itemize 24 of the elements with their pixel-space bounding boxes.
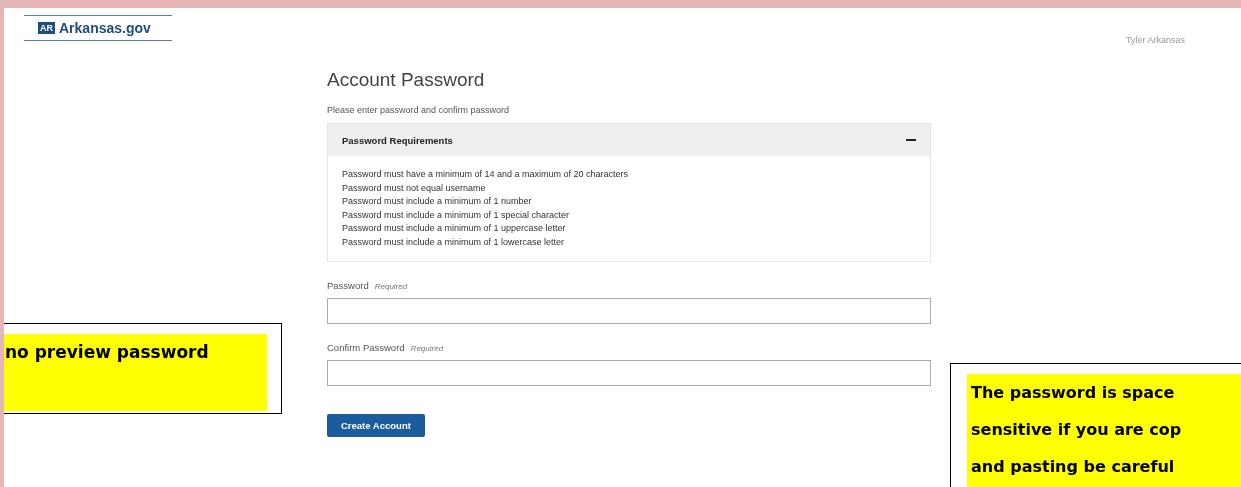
logo-text: Arkansas.gov [59, 20, 151, 36]
required-hint: Required [374, 282, 408, 291]
requirement-text: Password must not equal username [342, 181, 487, 195]
callout-text: The password is space [971, 382, 1176, 404]
requirement-text: Password must include a minimum of 1 uppercase letter [342, 222, 567, 235]
password-field[interactable] [327, 360, 931, 386]
requirement-text: Password must include a minimum of 1 lowercase letter [342, 235, 566, 249]
callout-text: no preview password [5, 342, 210, 362]
requirements-header[interactable]: Password Requirements [328, 124, 930, 156]
logo[interactable]: AR Arkansas.gov [24, 15, 172, 41]
callout-text: and pasting be careful [971, 456, 1176, 478]
callout-text: sensitive if you are cop [971, 419, 1183, 441]
logo-badge: AR [38, 22, 55, 34]
page-title: Account Password [327, 69, 486, 91]
field-label: Password [327, 280, 369, 291]
required-hint: Required [410, 344, 444, 353]
field-label: Confirm Password [327, 342, 405, 353]
requirement-text: Password must have a minimum of 14 and a maximum of 20 characters [342, 168, 630, 181]
requirement-text: Password must include a minimum of 1 special character [342, 208, 571, 222]
password-field[interactable] [327, 298, 931, 324]
create-account-button[interactable]: Create Account [327, 414, 425, 437]
page-subtitle: Please enter password and confirm password [327, 105, 511, 115]
requirements-title: Password Requirements [342, 134, 453, 146]
requirement-text: Password must include a minimum of 1 number [342, 195, 533, 208]
